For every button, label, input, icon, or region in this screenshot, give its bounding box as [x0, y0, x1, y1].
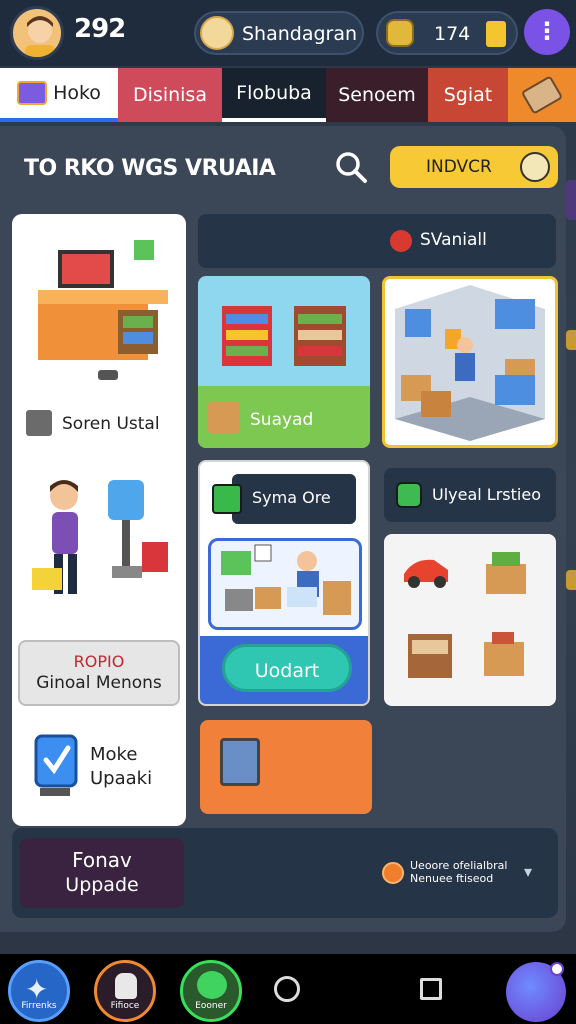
side-tab[interactable]	[566, 330, 576, 350]
nav-caption: Eooner	[195, 1001, 227, 1011]
menu-icon: ⋮	[535, 17, 559, 45]
coins-pill[interactable]: 174	[376, 11, 518, 55]
left-feature-column: Soren Ustal ROPIO Ginoal Menons Moke Upa…	[12, 214, 186, 826]
tools-icon	[520, 75, 564, 115]
upload-card-header[interactable]: Ulyeal Lrstieo	[384, 468, 556, 522]
category-tabs: Hoko Disinisa Flobuba Senoem Sgiat	[0, 68, 576, 122]
section-header: SVaniall	[198, 214, 556, 268]
nav-face-button[interactable]: Eooner	[180, 960, 242, 1022]
chevron-down-icon[interactable]: ▾	[524, 862, 532, 881]
box-icon	[208, 402, 240, 434]
player-level: 292	[74, 14, 126, 44]
sync-check-icon	[212, 484, 242, 514]
office-scene-illustration	[208, 538, 362, 630]
promo-heading: ROPIO	[73, 652, 125, 671]
nav-sparkle-button[interactable]: ✦ Firrenks	[8, 960, 70, 1022]
store-icon	[200, 16, 234, 50]
book-icon	[17, 81, 48, 105]
update-button[interactable]: Uodart	[222, 644, 352, 692]
side-tab[interactable]	[566, 180, 576, 220]
search-icon[interactable]	[334, 150, 368, 184]
promo-subtitle: Ginoal Menons	[36, 673, 162, 693]
cart-card[interactable]	[200, 720, 372, 814]
home-icon[interactable]	[274, 976, 300, 1002]
menu-button[interactable]: ⋮	[524, 9, 570, 55]
tab-sgiat[interactable]: Sgiat	[428, 68, 508, 122]
notice-status-icon	[382, 862, 404, 884]
shopkeeper-illustration	[32, 480, 168, 594]
player-avatar[interactable]	[10, 6, 64, 60]
store-name: Shandagran	[242, 23, 358, 45]
shop-counter-illustration	[38, 240, 168, 380]
tab-label: Flobuba	[236, 82, 312, 104]
upgrade-line-2: Uppade	[65, 874, 139, 896]
tab-label: Sgiat	[443, 84, 493, 106]
notice-text[interactable]: Ueoore ofelialbral Nenuee ftiseod	[410, 859, 520, 885]
sync-card-footer: Uodart	[200, 636, 368, 704]
cart-icon	[220, 738, 260, 786]
notification-dot-icon	[550, 962, 564, 976]
tab-label: Senoem	[338, 84, 416, 106]
coin-count: 174	[434, 23, 471, 45]
notice-line-2: Nenuee ftiseod	[410, 872, 494, 885]
upgrade-line-1: Fonav	[72, 848, 132, 872]
tab-disinisa[interactable]: Disinisa	[118, 68, 222, 122]
server-icon	[26, 410, 52, 436]
sync-card[interactable]: Syma Ore Uodart	[198, 460, 370, 706]
shelves-card[interactable]: Suayad	[198, 276, 370, 448]
recent-apps-icon[interactable]	[420, 978, 442, 1000]
shelves-card-label: Suayad	[250, 410, 314, 430]
badge-icon	[520, 152, 550, 182]
tab-home[interactable]: Hoko	[0, 68, 118, 122]
goods-card[interactable]	[384, 534, 556, 706]
tab-tools[interactable]	[508, 68, 576, 122]
side-tab[interactable]	[566, 570, 576, 590]
upload-icon	[396, 482, 422, 508]
tab-label: Hoko	[53, 82, 101, 104]
tab-senoem[interactable]: Senoem	[326, 68, 428, 122]
checkmark-tablet-icon[interactable]	[32, 732, 84, 800]
nav-hand-button[interactable]: Fifioce	[94, 960, 156, 1022]
top-bar: 292 Shandagran 174 ⋮	[0, 0, 576, 66]
gold-bar-icon	[486, 21, 506, 47]
smiley-icon	[197, 971, 227, 999]
page-title: TO RKO WGS VRUAIA	[24, 156, 276, 181]
make-label-1: Moke	[90, 744, 138, 765]
promo-card[interactable]: ROPIO Ginoal Menons	[18, 640, 180, 706]
feature-label: Soren Ustal	[62, 414, 160, 434]
make-label-2: Upaaki	[90, 768, 153, 789]
tab-label: Disinisa	[133, 84, 207, 106]
sync-card-label: Syma Ore	[252, 488, 331, 507]
coin-stack-icon	[386, 19, 414, 47]
index-button-label: INDVCR	[426, 157, 492, 177]
nav-caption: Firrenks	[21, 1001, 57, 1011]
store-interior-illustration	[395, 285, 545, 441]
index-button[interactable]: INDVCR	[390, 146, 558, 188]
goods-illustration	[404, 552, 526, 678]
assistant-button[interactable]	[506, 962, 566, 1022]
notice-line-1: Ueoore ofelialbral	[410, 859, 508, 872]
shelves-illustration	[222, 306, 346, 366]
tab-flobuba[interactable]: Flobuba	[222, 68, 326, 122]
upload-card-label: Ulyeal Lrstieo	[432, 485, 541, 504]
hand-icon	[115, 973, 137, 999]
upgrade-button[interactable]: Fonav Uppade	[20, 838, 184, 908]
sync-card-header: Syma Ore	[232, 474, 356, 524]
section-header-label: SVaniall	[420, 230, 487, 250]
store-name-pill[interactable]: Shandagran	[194, 11, 364, 55]
store-interior-card[interactable]	[382, 276, 558, 448]
nav-caption: Fifioce	[110, 1001, 140, 1011]
apple-icon	[390, 230, 412, 252]
